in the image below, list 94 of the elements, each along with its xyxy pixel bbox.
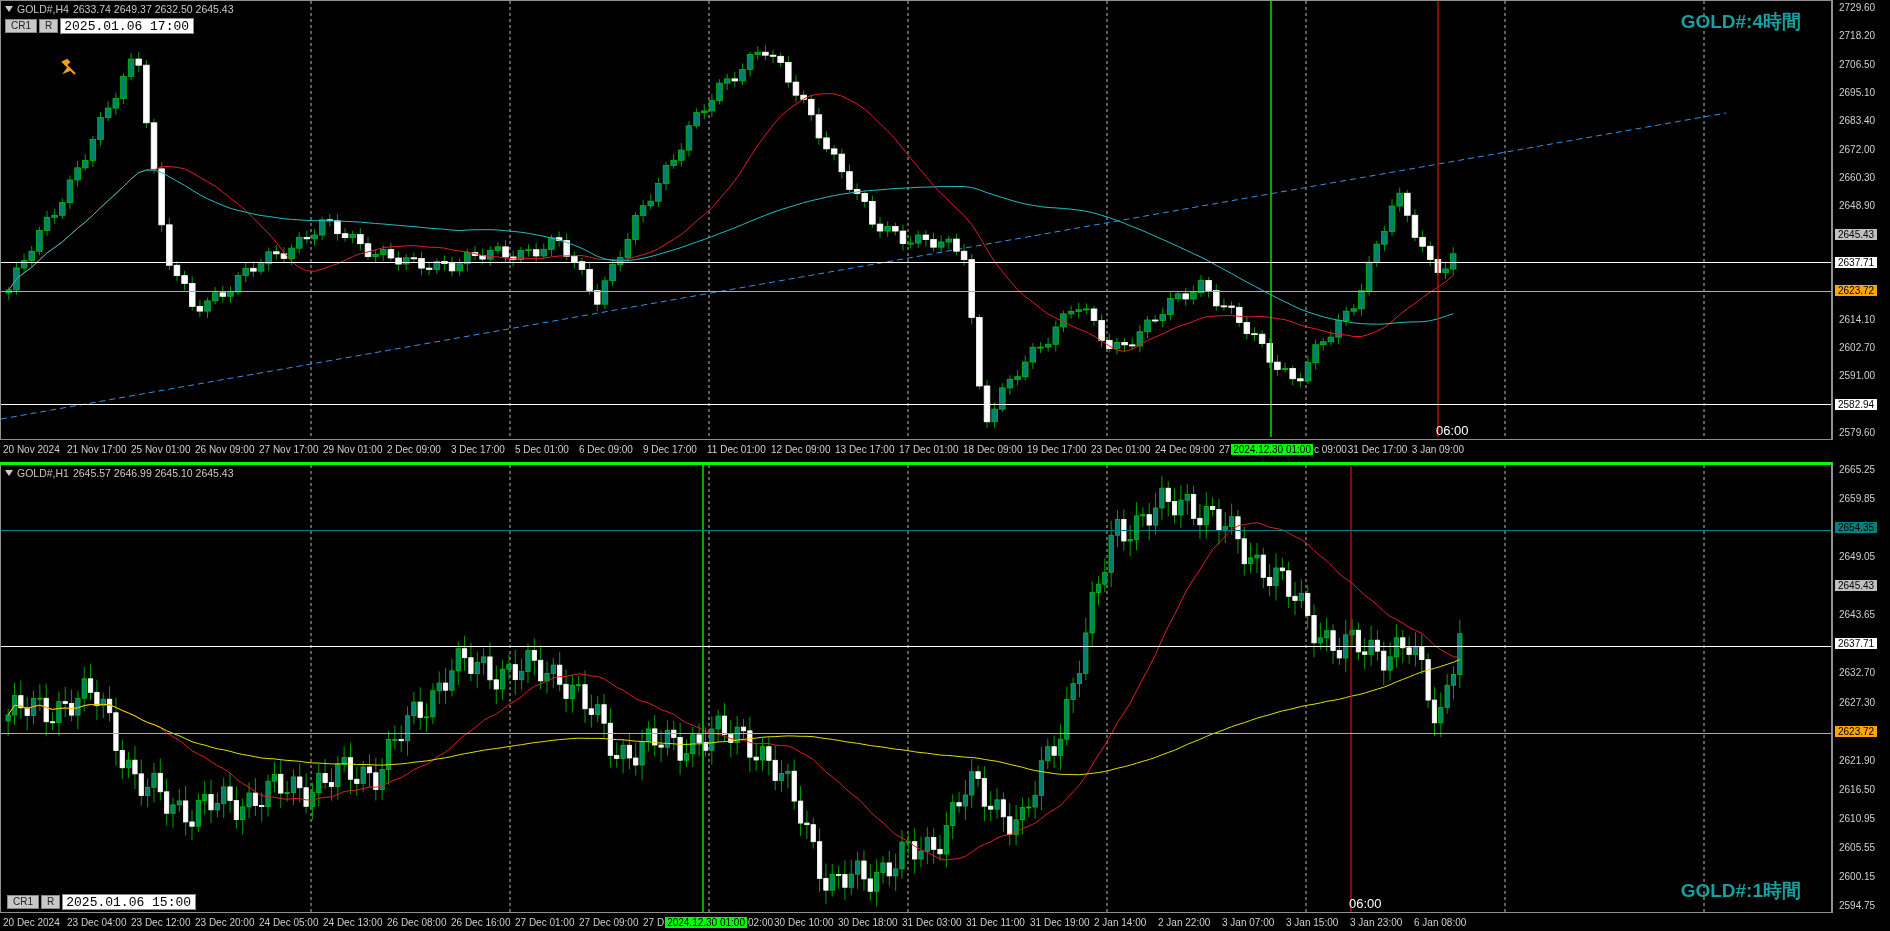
time-tick-label: 20 Nov 2024 xyxy=(3,443,61,455)
cursor-time-label: 06:00 xyxy=(1349,896,1382,911)
price-tick-label: 2594.75 xyxy=(1838,899,1877,911)
time-tick-label: 2 Jan 22:00 xyxy=(1158,916,1212,928)
time-tick-label: 30 Dec 18:00 xyxy=(838,916,899,928)
time-tick-label: 3 Jan 15:00 xyxy=(1286,916,1340,928)
chart-symbol: GOLD#,H4 xyxy=(17,3,69,15)
time-tick-label: 9 Dec 17:00 xyxy=(643,443,698,455)
time-tick-label: 13 Dec 17:00 xyxy=(835,443,896,455)
price-tick-label: 2614.10 xyxy=(1838,313,1877,325)
chart-title: GOLD#:4時間 xyxy=(1680,10,1801,34)
time-tick-label: 31 Dec 17:00 xyxy=(1347,443,1409,455)
time-tick-label: 3 Jan 07:00 xyxy=(1222,916,1276,928)
price-tag: 2623.72 xyxy=(1835,285,1878,297)
price-tick-label: 2616.50 xyxy=(1838,783,1877,795)
time-tick-label: 31 Dec 03:00 xyxy=(902,916,963,928)
time-tick-label: 27 Dec 01:00 xyxy=(515,916,576,928)
chart-title: GOLD#:1時間 xyxy=(1680,879,1801,903)
time-tick-label: 3 Jan 23:00 xyxy=(1350,916,1404,928)
price-quote: 2633.74 2649.37 2632.50 2645.43 xyxy=(72,3,234,15)
chart-button[interactable]: CR1 xyxy=(5,19,37,33)
price-tick-label: 2627.30 xyxy=(1838,696,1877,708)
price-tick-label: 2602.70 xyxy=(1838,341,1877,353)
time-tick-label: 27 D xyxy=(643,916,665,928)
price-tag: 2582.94 xyxy=(1835,398,1878,410)
price-tick-label: 2591.00 xyxy=(1838,370,1877,382)
price-tick-label: 2672.00 xyxy=(1838,143,1877,155)
time-tick-label: 23 Dec 04:00 xyxy=(67,916,128,928)
time-tick-label: 12 Dec 09:00 xyxy=(771,443,832,455)
time-tick-label: 23 Dec 20:00 xyxy=(195,916,256,928)
time-tick-label: 25 Nov 01:00 xyxy=(131,443,192,455)
time-tick-label: 27 xyxy=(1219,443,1231,455)
time-tick-label: 20 Dec 2024 xyxy=(3,916,61,928)
time-tick-label: 24 Dec 13:00 xyxy=(323,916,384,928)
price-tick-label: 2683.40 xyxy=(1838,115,1877,127)
chart-symbol: GOLD#,H1 xyxy=(17,467,69,479)
time-tick-label: 21 Nov 17:00 xyxy=(67,443,128,455)
price-tag: 2637.71 xyxy=(1835,638,1878,650)
price-tag: 2623.72 xyxy=(1835,725,1878,737)
price-tag: 2637.71 xyxy=(1835,256,1878,268)
time-tick-label: 26 Nov 09:00 xyxy=(195,443,256,455)
price-quote: 2645.57 2646.99 2645.10 2645.43 xyxy=(72,467,234,479)
price-tick-label: 2605.55 xyxy=(1838,841,1877,853)
chart-button[interactable]: CR1 xyxy=(7,895,39,909)
price-tick-label: 2718.20 xyxy=(1838,30,1877,42)
price-tick-label: 2695.10 xyxy=(1838,87,1877,98)
time-tick-label: 2 Dec 09:00 xyxy=(387,443,442,455)
price-tick-label: 2600.15 xyxy=(1838,870,1877,882)
time-tick-label: 24 Dec 09:00 xyxy=(1155,443,1216,455)
chart-button[interactable]: R xyxy=(39,19,59,33)
chart-button[interactable]: R xyxy=(41,895,61,909)
time-tick-label: 26 Dec 16:00 xyxy=(451,916,512,928)
time-input-field[interactable]: 2025.01.06 17:00 xyxy=(60,18,195,34)
price-tick-label: 2579.60 xyxy=(1838,426,1877,438)
price-tag: 2645.43 xyxy=(1835,228,1878,240)
time-tick-label: 26 Dec 08:00 xyxy=(387,916,448,928)
time-tick-label: 29 Nov 01:00 xyxy=(323,443,384,455)
price-tick-label: 2660.30 xyxy=(1838,171,1877,183)
time-tick-label: 23 Dec 12:00 xyxy=(131,916,192,928)
price-tick-label: 2648.90 xyxy=(1838,200,1877,212)
time-tick-label: 23 Dec 01:00 xyxy=(1091,443,1152,455)
time-tick-label: 6 Jan 08:00 xyxy=(1414,916,1468,928)
time-tick-label: 27 Nov 17:00 xyxy=(259,443,320,455)
time-tick-label: 5 Dec 01:00 xyxy=(515,443,570,455)
time-tick-label: 30 Dec 10:00 xyxy=(774,916,835,928)
price-tick-label: 2643.65 xyxy=(1838,609,1877,621)
time-tick-label: 31 Dec 11:00 xyxy=(966,916,1026,928)
time-tick-label: 2 Jan 14:00 xyxy=(1094,916,1148,928)
time-tick-label: 31 Dec 19:00 xyxy=(1030,916,1091,928)
time-tick-label: c 09:00 xyxy=(1314,443,1347,455)
time-tag: 2024.12.30 01:00 xyxy=(665,916,747,928)
price-tick-label: 2649.05 xyxy=(1838,551,1877,563)
price-tick-label: 2632.70 xyxy=(1838,667,1877,679)
price-tag: 2645.43 xyxy=(1835,580,1878,592)
time-tick-label: 27 Dec 09:00 xyxy=(579,916,640,928)
time-tick-label: 18 Dec 09:00 xyxy=(963,443,1024,455)
price-tick-label: 2621.90 xyxy=(1838,754,1877,766)
time-tick-label: 17 Dec 01:00 xyxy=(899,443,960,455)
time-tick-label: 02:00 xyxy=(748,916,773,928)
time-tag: 2024.12.30 01:00 xyxy=(1231,443,1313,455)
cursor-time-label: 06:00 xyxy=(1436,423,1469,438)
time-input-field[interactable]: 2025.01.06 15:00 xyxy=(62,894,197,910)
price-tick-label: 2610.95 xyxy=(1838,812,1877,824)
price-tag: 2654.35 xyxy=(1835,522,1878,534)
price-tick-label: 2659.85 xyxy=(1838,493,1877,505)
time-tick-label: 19 Dec 17:00 xyxy=(1027,443,1088,455)
time-tick-label: 11 Dec 01:00 xyxy=(707,443,767,455)
time-tick-label: 6 Dec 09:00 xyxy=(579,443,634,455)
time-tick-label: 24 Dec 05:00 xyxy=(259,916,320,928)
time-tick-label: 3 Dec 17:00 xyxy=(451,443,506,455)
price-tick-label: 2665.25 xyxy=(1838,464,1877,475)
price-tick-label: 2729.60 xyxy=(1838,2,1877,13)
price-tick-label: 2706.50 xyxy=(1838,58,1877,70)
time-tick-label: 3 Jan 09:00 xyxy=(1411,443,1466,455)
